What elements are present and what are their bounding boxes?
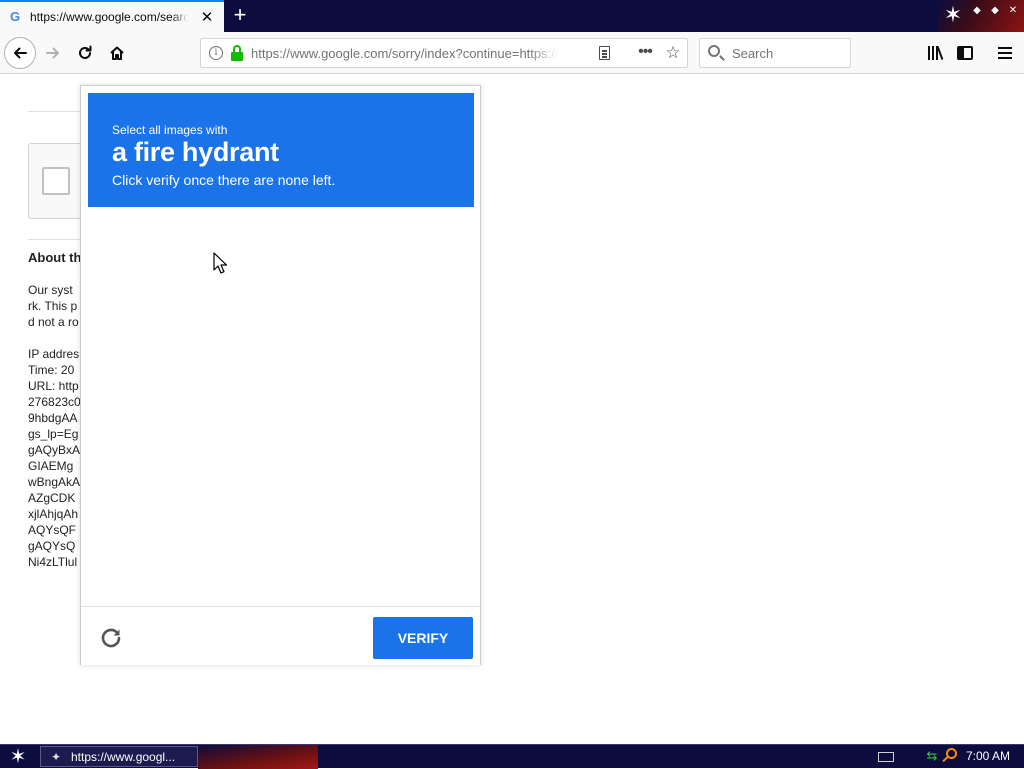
search-bar[interactable]: Search bbox=[699, 38, 851, 68]
reload-challenge-icon[interactable] bbox=[99, 626, 123, 650]
taskbar: ✶ ✦ https://www.googl... ⇆ 7:00 AM bbox=[0, 744, 1024, 769]
secure-lock-icon[interactable] bbox=[231, 45, 243, 61]
bookmark-star-icon[interactable]: ☆ bbox=[663, 43, 683, 63]
tab-title: https://www.google.com/search?q bbox=[30, 10, 188, 24]
text-line: gAQYsQ bbox=[28, 539, 76, 553]
search-tray-icon[interactable] bbox=[942, 748, 958, 764]
captcha-challenge-dialog: Select all images with a fire hydrant Cl… bbox=[80, 85, 481, 665]
divider bbox=[28, 239, 88, 240]
hamburger-menu-icon bbox=[998, 47, 1012, 59]
window-close-icon[interactable]: ✕ bbox=[1006, 4, 1020, 18]
sidebar-icon bbox=[957, 46, 973, 60]
home-icon bbox=[110, 46, 124, 60]
browser-window-icon: ✦ bbox=[51, 750, 62, 764]
about-heading: About th bbox=[28, 250, 82, 265]
search-placeholder: Search bbox=[732, 46, 774, 61]
google-favicon-icon: G bbox=[10, 9, 21, 24]
site-info-icon[interactable]: i bbox=[209, 46, 223, 60]
text-line: gAQyBxA bbox=[28, 443, 81, 457]
verify-button[interactable]: VERIFY bbox=[373, 617, 473, 659]
sidebar-button[interactable] bbox=[950, 38, 980, 68]
back-arrow-icon bbox=[14, 47, 27, 59]
reload-button[interactable] bbox=[70, 38, 100, 68]
recaptcha-checkbox[interactable] bbox=[42, 167, 70, 195]
tab-strip: G https://www.google.com/search?q ✕ + ✶ … bbox=[0, 0, 1024, 32]
text-line: xjlAhjqAh bbox=[28, 507, 79, 521]
divider bbox=[28, 111, 88, 112]
challenge-header: Select all images with a fire hydrant Cl… bbox=[88, 93, 474, 207]
text-line: GIAEMg bbox=[28, 459, 74, 473]
url-text[interactable]: https://www.google.com/sorry/index?conti… bbox=[251, 46, 559, 61]
library-icon bbox=[927, 46, 944, 60]
window-maximize-icon[interactable]: ◆ bbox=[988, 4, 1002, 18]
text-line: rk. This p bbox=[28, 299, 78, 313]
text-line: d not a ro bbox=[28, 315, 79, 329]
start-menu-star-icon[interactable]: ✶ bbox=[6, 746, 30, 768]
reload-icon bbox=[79, 45, 92, 59]
forward-arrow-icon bbox=[46, 47, 59, 59]
page-actions-icon[interactable]: ••• bbox=[635, 43, 655, 63]
url-bar[interactable]: i https://www.google.com/sorry/index?con… bbox=[200, 38, 688, 68]
text-line: IP addres bbox=[28, 347, 80, 361]
forward-button[interactable] bbox=[38, 38, 68, 68]
text-line: AQYsQF bbox=[28, 523, 77, 537]
text-line: gs_lp=Eg bbox=[28, 427, 79, 441]
taskbar-window-label: https://www.googl... bbox=[71, 750, 176, 764]
mouse-cursor-icon bbox=[213, 252, 227, 274]
new-tab-button[interactable]: + bbox=[229, 4, 251, 26]
home-button[interactable] bbox=[102, 38, 132, 68]
search-icon bbox=[708, 45, 720, 57]
back-button[interactable] bbox=[4, 37, 36, 69]
close-tab-icon[interactable]: ✕ bbox=[198, 9, 216, 27]
browser-tab[interactable]: G https://www.google.com/search?q ✕ bbox=[0, 0, 224, 32]
library-button[interactable] bbox=[920, 38, 950, 68]
text-line: Ni4zLTlul bbox=[28, 555, 78, 569]
window-manager-star-icon: ✶ bbox=[943, 2, 963, 27]
menu-button[interactable] bbox=[990, 38, 1020, 68]
text-line: Time: 20 bbox=[28, 363, 75, 377]
text-line: wBngAkA bbox=[28, 475, 81, 489]
reader-view-icon[interactable] bbox=[597, 45, 613, 61]
window-minimize-icon[interactable]: ◆ bbox=[970, 4, 984, 18]
challenge-target: a fire hydrant bbox=[112, 137, 279, 167]
text-line: AZgCDK bbox=[28, 491, 76, 505]
challenge-footer: VERIFY bbox=[81, 606, 480, 665]
network-status-icon[interactable]: ⇆ bbox=[924, 748, 940, 764]
taskbar-decoration bbox=[198, 745, 318, 769]
text-line: 9hbdgAA bbox=[28, 411, 78, 425]
text-line: URL: http bbox=[28, 379, 79, 393]
challenge-instruction: Select all images with bbox=[112, 123, 228, 137]
taskbar-clock: 7:00 AM bbox=[966, 749, 1011, 763]
challenge-image-grid[interactable] bbox=[88, 214, 474, 600]
navigation-toolbar: i https://www.google.com/sorry/index?con… bbox=[0, 32, 1024, 74]
text-line: 276823c0 bbox=[28, 395, 81, 409]
keyboard-layout-icon[interactable] bbox=[878, 752, 894, 762]
explanation-text: Our syst rk. This p d not a ro bbox=[28, 282, 88, 330]
challenge-hint: Click verify once there are none left. bbox=[112, 172, 336, 188]
text-line: Our syst bbox=[28, 283, 73, 297]
request-details-text: IP addres Time: 20 URL: http 276823c0 9h… bbox=[28, 346, 88, 570]
taskbar-window-button[interactable]: ✦ https://www.googl... bbox=[40, 746, 198, 767]
